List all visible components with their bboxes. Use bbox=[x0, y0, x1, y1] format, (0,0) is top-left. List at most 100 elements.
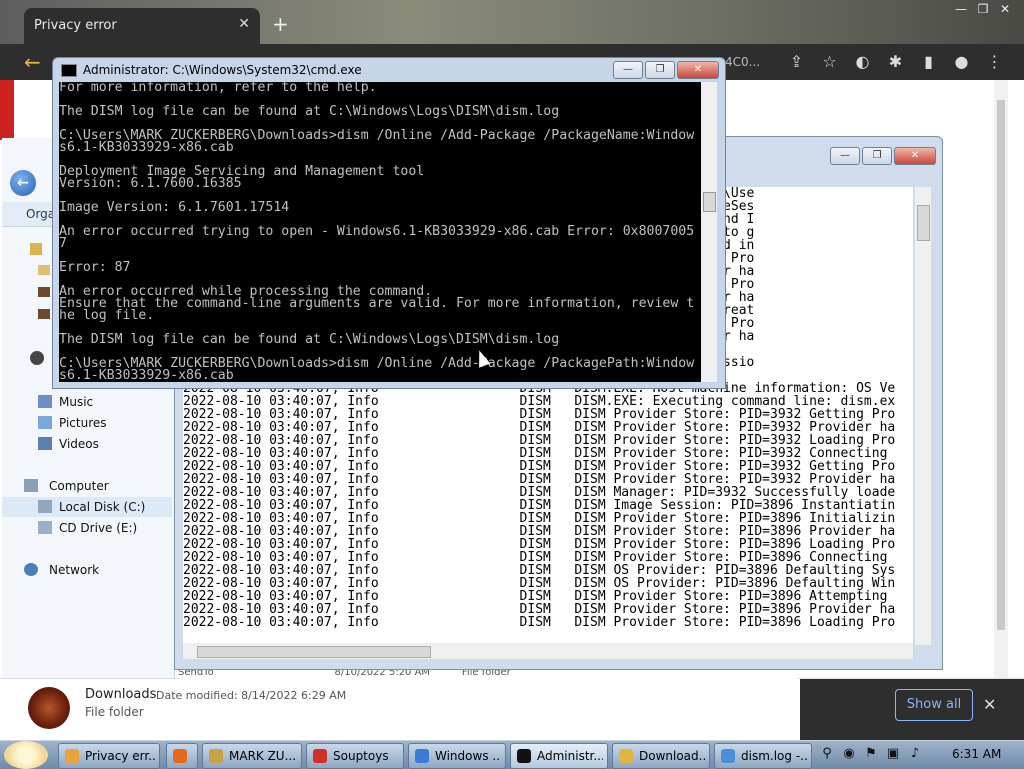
videos-icon bbox=[38, 437, 52, 450]
show-all-button[interactable]: Show all bbox=[895, 689, 973, 721]
download-item-name[interactable]: Downloads bbox=[85, 687, 156, 702]
folder-icon bbox=[28, 687, 70, 729]
chrome-tab-strip: Privacy error ✕ + — ❐ ✕ bbox=[0, 0, 1024, 44]
console-line: Version: 6.1.7600.16385 bbox=[59, 176, 242, 191]
taskbar-button[interactable]: Windows ... bbox=[408, 743, 506, 769]
nav-item-computer[interactable]: Computer bbox=[2, 476, 172, 496]
taskbar-button-label: MARK ZU... bbox=[229, 749, 297, 763]
back-arrow-icon[interactable]: ← bbox=[10, 170, 36, 196]
nav-item-label: Music bbox=[59, 395, 94, 409]
music-icon bbox=[38, 395, 52, 408]
folder-icon bbox=[38, 309, 50, 319]
chrome-window-controls: — ❐ ✕ bbox=[950, 2, 1016, 16]
cmd-vertical-scrollbar[interactable] bbox=[701, 82, 717, 382]
close-icon[interactable]: ✕ bbox=[983, 695, 996, 714]
console-line: Ensure that the command-line arguments a… bbox=[59, 296, 695, 311]
app-icon bbox=[173, 749, 187, 763]
notepad-vertical-scrollbar[interactable] bbox=[915, 187, 931, 645]
cd-drive-icon bbox=[38, 521, 52, 534]
sidebar-icon[interactable]: ▮ bbox=[912, 52, 945, 71]
nav-item-label: CD Drive (E:) bbox=[59, 521, 138, 535]
taskbar-button[interactable]: MARK ZU... bbox=[202, 743, 302, 769]
computer-icon bbox=[24, 479, 38, 492]
nav-item-local-disk[interactable]: Local Disk (C:) bbox=[2, 497, 172, 517]
taskbar-button[interactable] bbox=[166, 743, 198, 769]
console-line: he log file. bbox=[59, 308, 155, 323]
taskbar-button-label: Windows ... bbox=[435, 749, 501, 763]
menu-icon[interactable]: ⋮ bbox=[978, 52, 1011, 71]
clock[interactable]: 6:31 AM bbox=[952, 747, 1001, 761]
taskbar-button[interactable]: Souptoys bbox=[306, 743, 404, 769]
system-tray: ⚲ ◉ ⚑ ▣ ♪ bbox=[816, 746, 926, 761]
back-button[interactable]: ← bbox=[24, 50, 41, 74]
pictures-icon bbox=[38, 416, 52, 429]
app-icon bbox=[415, 749, 429, 763]
favorites-star-icon bbox=[30, 243, 42, 255]
search-icon[interactable]: ⚲ bbox=[816, 746, 838, 761]
close-button[interactable]: ✕ bbox=[894, 147, 936, 165]
console-line: s6.1-KB3033929-x86.cab bbox=[59, 140, 234, 155]
maximize-button[interactable]: ❐ bbox=[645, 61, 675, 79]
flag-icon[interactable]: ⚑ bbox=[860, 746, 882, 761]
new-tab-button[interactable]: + bbox=[272, 12, 289, 36]
app-icon bbox=[209, 749, 223, 763]
folder-icon bbox=[38, 265, 50, 275]
notepad-window-controls: — ❐ ✕ bbox=[828, 147, 936, 165]
close-button[interactable]: ✕ bbox=[677, 61, 719, 79]
nav-item-videos[interactable]: Videos bbox=[2, 434, 172, 454]
chrome-tab-title: Privacy error bbox=[34, 18, 117, 33]
maximize-button[interactable]: ❐ bbox=[862, 147, 892, 165]
nav-item-network[interactable]: Network bbox=[2, 560, 172, 580]
chrome-scrollbar[interactable] bbox=[994, 80, 1008, 680]
cmd-console-output[interactable]: For more information, refer to the help.… bbox=[59, 82, 701, 382]
taskbar-button[interactable]: Privacy err... bbox=[58, 743, 160, 769]
taskbar-button-label: dism.log -... bbox=[741, 749, 807, 763]
network-icon bbox=[24, 563, 38, 576]
taskbar-button-label: Download... bbox=[639, 749, 705, 763]
scrollbar-thumb[interactable] bbox=[703, 192, 716, 212]
notepad-horizontal-scrollbar[interactable] bbox=[183, 643, 913, 659]
account-icon[interactable]: ● bbox=[945, 52, 978, 71]
cmd-title: Administrator: C:\Windows\System32\cmd.e… bbox=[83, 63, 362, 77]
console-line: For more information, refer to the help. bbox=[59, 82, 377, 95]
nav-item-label: Videos bbox=[59, 437, 99, 451]
taskbar-button-label: Administr... bbox=[537, 749, 603, 763]
nav-item-label: Network bbox=[49, 563, 100, 577]
console-line: Error: 87 bbox=[59, 260, 131, 275]
chrome-tab-privacy-error[interactable]: Privacy error ✕ bbox=[24, 8, 260, 44]
taskbar-button[interactable]: Download... bbox=[612, 743, 710, 769]
scrollbar-thumb[interactable] bbox=[997, 100, 1005, 630]
extensions-icon[interactable]: ✱ bbox=[879, 52, 912, 71]
taskbar-button-label: Privacy err... bbox=[85, 749, 155, 763]
console-line: s6.1-KB3033929-x86.cab bbox=[59, 368, 234, 382]
app-icon bbox=[65, 749, 79, 763]
minimize-button[interactable]: — bbox=[830, 147, 860, 165]
nav-item-label: Pictures bbox=[59, 416, 107, 430]
profile-icon[interactable]: ◐ bbox=[846, 52, 879, 71]
minimize-button[interactable]: — bbox=[950, 2, 972, 16]
maximize-button[interactable]: ❐ bbox=[972, 2, 994, 16]
app-icon bbox=[313, 749, 327, 763]
star-icon[interactable]: ☆ bbox=[813, 52, 846, 71]
nav-item-music[interactable]: Music bbox=[2, 392, 172, 412]
shield-icon[interactable]: ◉ bbox=[838, 746, 860, 761]
nav-item-pictures[interactable]: Pictures bbox=[2, 413, 172, 433]
address-bar[interactable]: 4C0... bbox=[725, 50, 785, 74]
scrollbar-thumb[interactable] bbox=[197, 646, 431, 658]
scrollbar-thumb[interactable] bbox=[917, 205, 930, 241]
organize-button[interactable]: Orga bbox=[26, 207, 55, 221]
taskbar-button[interactable]: dism.log -... bbox=[714, 743, 812, 769]
drive-icon bbox=[38, 500, 52, 513]
app-icon bbox=[517, 749, 531, 763]
close-icon[interactable]: ✕ bbox=[238, 16, 250, 32]
nav-item-cd-drive[interactable]: CD Drive (E:) bbox=[2, 518, 172, 538]
taskbar-button[interactable]: Administr... bbox=[510, 743, 608, 769]
minimize-button[interactable]: — bbox=[613, 61, 643, 79]
share-icon[interactable]: ⇪ bbox=[780, 52, 813, 71]
close-button[interactable]: ✕ bbox=[994, 2, 1016, 16]
page-content-strip bbox=[0, 80, 14, 140]
start-button[interactable] bbox=[4, 741, 48, 769]
chrome-toolbar-icons: ⇪ ☆ ◐ ✱ ▮ ● ⋮ bbox=[780, 52, 1011, 71]
network-icon[interactable]: ▣ bbox=[882, 746, 904, 761]
volume-icon[interactable]: ♪ bbox=[904, 746, 926, 761]
